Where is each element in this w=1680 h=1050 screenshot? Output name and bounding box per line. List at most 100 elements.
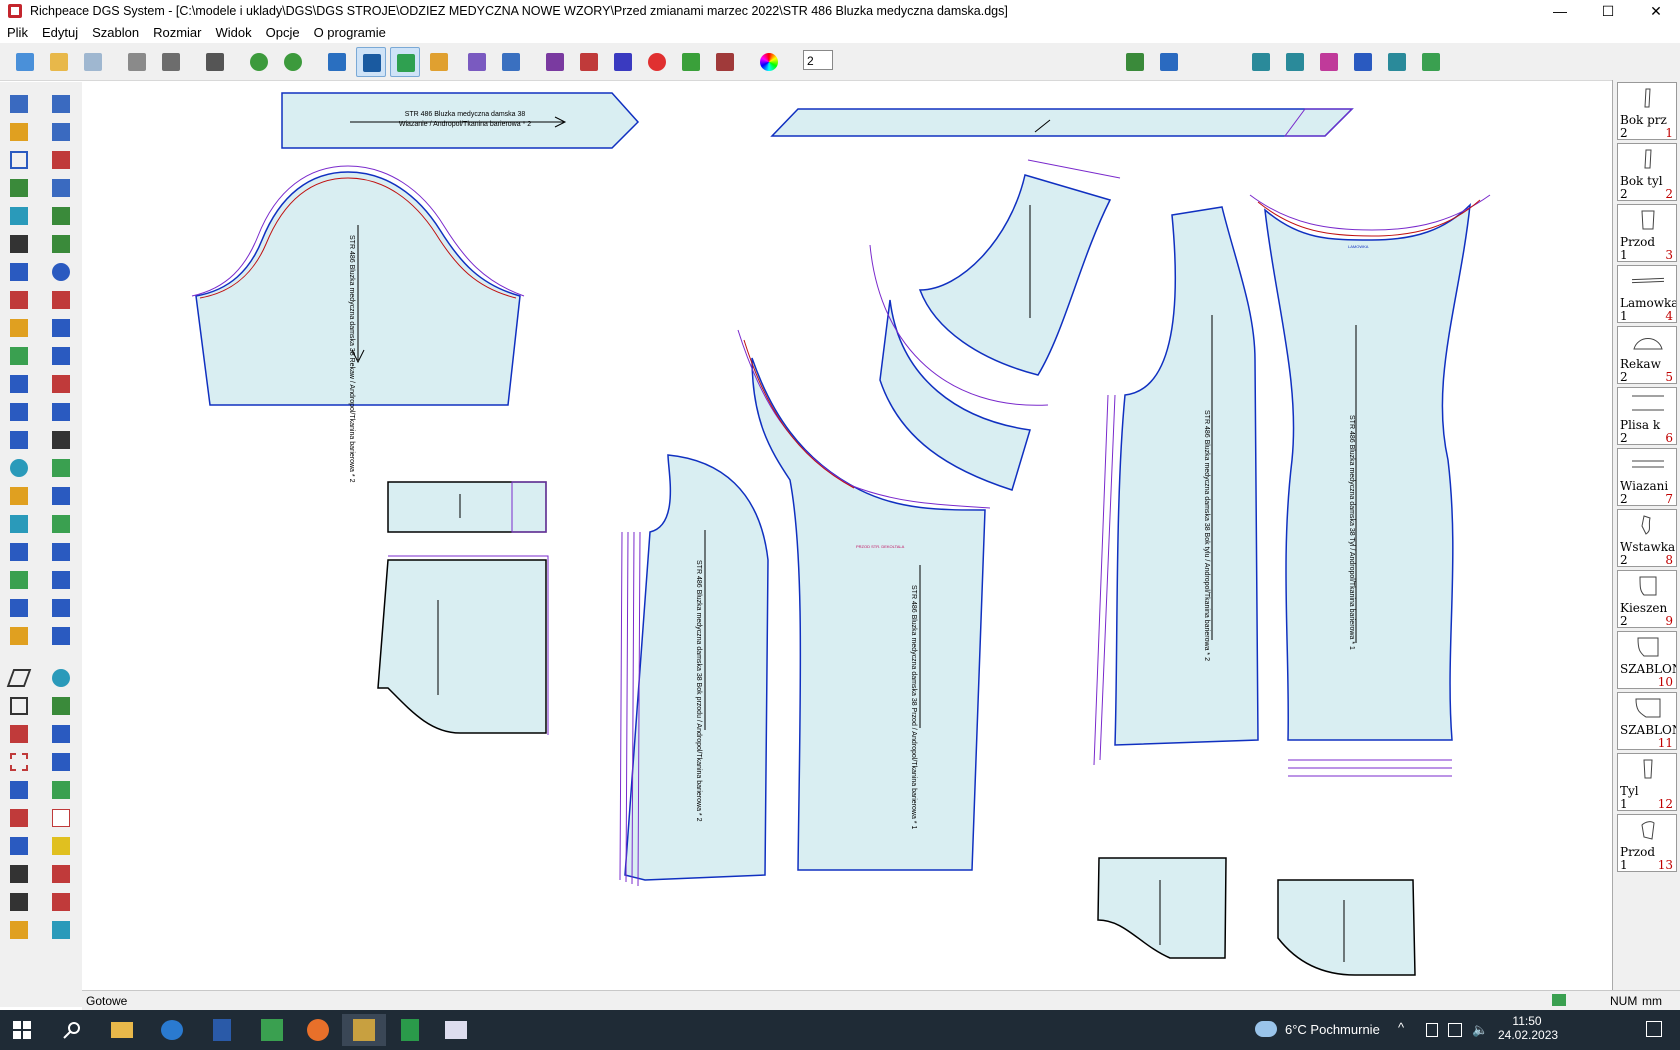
- points-icon[interactable]: [540, 47, 570, 77]
- bottle-icon[interactable]: [48, 511, 74, 537]
- hand-icon[interactable]: [48, 539, 74, 565]
- square-tool-icon[interactable]: [48, 483, 74, 509]
- truck-icon[interactable]: [48, 777, 74, 803]
- camera-icon[interactable]: [156, 47, 186, 77]
- piece-card-13[interactable]: Przod 1 13: [1617, 814, 1677, 872]
- piece-card-12[interactable]: Tyl 1 12: [1617, 753, 1677, 811]
- network-icon[interactable]: [1448, 1023, 1462, 1037]
- maximize-button[interactable]: ☐: [1584, 0, 1632, 22]
- rotate-icon[interactable]: [1348, 47, 1378, 77]
- redo-icon[interactable]: [278, 47, 308, 77]
- grid-view-icon[interactable]: [356, 47, 386, 77]
- import-icon[interactable]: [1280, 47, 1310, 77]
- trapezoid-icon[interactable]: [6, 693, 32, 719]
- plotter-icon[interactable]: [200, 47, 230, 77]
- pattern-piece-wstawka-tyl[interactable]: [918, 159, 1121, 376]
- notch-icon[interactable]: [48, 455, 74, 481]
- text-tool-icon[interactable]: [6, 623, 32, 649]
- tray-chevron-icon[interactable]: ^: [1398, 1020, 1404, 1035]
- digitizer-icon[interactable]: [122, 47, 152, 77]
- pocket-icon[interactable]: [48, 119, 74, 145]
- menu-widok[interactable]: Widok: [208, 25, 258, 40]
- piece-card-6[interactable]: Plisa k 2 6: [1617, 387, 1677, 445]
- richpeace-taskbar-icon[interactable]: [342, 1014, 386, 1046]
- word-app-icon[interactable]: [200, 1014, 244, 1046]
- film-icon[interactable]: [1120, 47, 1150, 77]
- ruler-icon[interactable]: [6, 315, 32, 341]
- rotate-piece-icon[interactable]: [48, 399, 74, 425]
- zipper-icon[interactable]: [6, 595, 32, 621]
- menu-plik[interactable]: Plik: [0, 25, 35, 40]
- piece-card-7[interactable]: Wiazani 2 7: [1617, 448, 1677, 506]
- cut-tool-icon[interactable]: [6, 287, 32, 313]
- scissors-icon[interactable]: [6, 539, 32, 565]
- export-icon[interactable]: [1246, 47, 1276, 77]
- grade-rules-icon[interactable]: [710, 47, 740, 77]
- curve-node-icon[interactable]: [48, 889, 74, 915]
- zoom-05-icon[interactable]: [642, 47, 672, 77]
- pattern-piece-wstawka[interactable]: [377, 555, 549, 735]
- boot-icon[interactable]: [48, 175, 74, 201]
- dart-icon[interactable]: [48, 427, 74, 453]
- spread-icon[interactable]: [6, 427, 32, 453]
- piece-card-10[interactable]: SZABLON 10: [1617, 631, 1677, 689]
- dashed-box-icon[interactable]: [6, 749, 32, 775]
- dots-grid-icon[interactable]: [608, 47, 638, 77]
- fabric-icon[interactable]: [48, 623, 74, 649]
- weather-text[interactable]: 6°C Pochmurnie: [1285, 1022, 1380, 1037]
- drawing-canvas[interactable]: STR 486 Bluzka medyczna damska 38 Wiazan…: [82, 82, 1612, 990]
- pattern-piece-kieszen-2[interactable]: [1277, 879, 1416, 976]
- file-explorer-icon[interactable]: [100, 1014, 144, 1046]
- piece-card-3[interactable]: Przod 1 3: [1617, 204, 1677, 262]
- start-icon[interactable]: [0, 1014, 44, 1046]
- preview-icon[interactable]: [1416, 47, 1446, 77]
- chart-bar-icon[interactable]: [48, 833, 74, 859]
- triangle-icon[interactable]: [6, 511, 32, 537]
- offset-icon[interactable]: [48, 203, 74, 229]
- corner-icon[interactable]: [6, 861, 32, 887]
- piece-fill-icon[interactable]: [390, 47, 420, 77]
- menu-rozmiar[interactable]: Rozmiar: [146, 25, 208, 40]
- bag-icon[interactable]: [6, 343, 32, 369]
- layout-icon[interactable]: [1382, 47, 1412, 77]
- key-icon[interactable]: [6, 483, 32, 509]
- split-icon[interactable]: [6, 777, 32, 803]
- pleat-icon[interactable]: [48, 287, 74, 313]
- equal-icon[interactable]: [6, 833, 32, 859]
- battery-icon[interactable]: [1426, 1023, 1438, 1037]
- attach-icon[interactable]: [48, 567, 74, 593]
- node-icon[interactable]: [6, 889, 32, 915]
- select-point-icon[interactable]: [48, 91, 74, 117]
- spiral-icon[interactable]: [6, 455, 32, 481]
- undo-icon[interactable]: [244, 47, 274, 77]
- spreadsheet-app-icon[interactable]: [388, 1014, 432, 1046]
- line-width-input[interactable]: 2: [803, 50, 833, 70]
- pattern-piece-bok-przod[interactable]: STR 486 Bluzka medyczna damska 38 Bok pr…: [619, 454, 769, 887]
- pattern-piece-rekaw[interactable]: STR 486 Bluzka medyczna damska 38 Rekaw …: [191, 165, 525, 483]
- menu-edytuj[interactable]: Edytuj: [35, 25, 85, 40]
- rectangle-icon[interactable]: [6, 147, 32, 173]
- fold-icon[interactable]: [6, 371, 32, 397]
- button-icon[interactable]: [48, 259, 74, 285]
- pattern-piece-bok-tyl[interactable]: STR 486 Bluzka medyczna damska 38 Bok ty…: [1093, 206, 1259, 766]
- pencil-icon[interactable]: [6, 119, 32, 145]
- close-button[interactable]: ✕: [1632, 0, 1680, 22]
- pattern-piece-lamowka[interactable]: [770, 108, 1354, 137]
- sewing-machine-icon[interactable]: [48, 343, 74, 369]
- pattern-piece-tyl[interactable]: LAMOWKA STR 486 Bluzka medyczna damska 3…: [1249, 194, 1491, 777]
- table-icon[interactable]: [48, 917, 74, 943]
- measure-icon[interactable]: [322, 47, 352, 77]
- select-arrow-icon[interactable]: [6, 91, 32, 117]
- menu-o-programie[interactable]: O programie: [307, 25, 393, 40]
- diagonal-icon[interactable]: [48, 721, 74, 747]
- set-square-icon[interactable]: [6, 917, 32, 943]
- curve-line-icon[interactable]: [6, 175, 32, 201]
- notification-icon[interactable]: [1646, 1021, 1662, 1037]
- scale-110-icon[interactable]: [48, 805, 74, 831]
- piece-select-icon[interactable]: [48, 595, 74, 621]
- curve-icon[interactable]: [574, 47, 604, 77]
- pattern-piece-kieszen-1[interactable]: [1097, 857, 1227, 959]
- brush-icon[interactable]: [462, 47, 492, 77]
- seam-icon[interactable]: [48, 315, 74, 341]
- compass-icon[interactable]: [6, 259, 32, 285]
